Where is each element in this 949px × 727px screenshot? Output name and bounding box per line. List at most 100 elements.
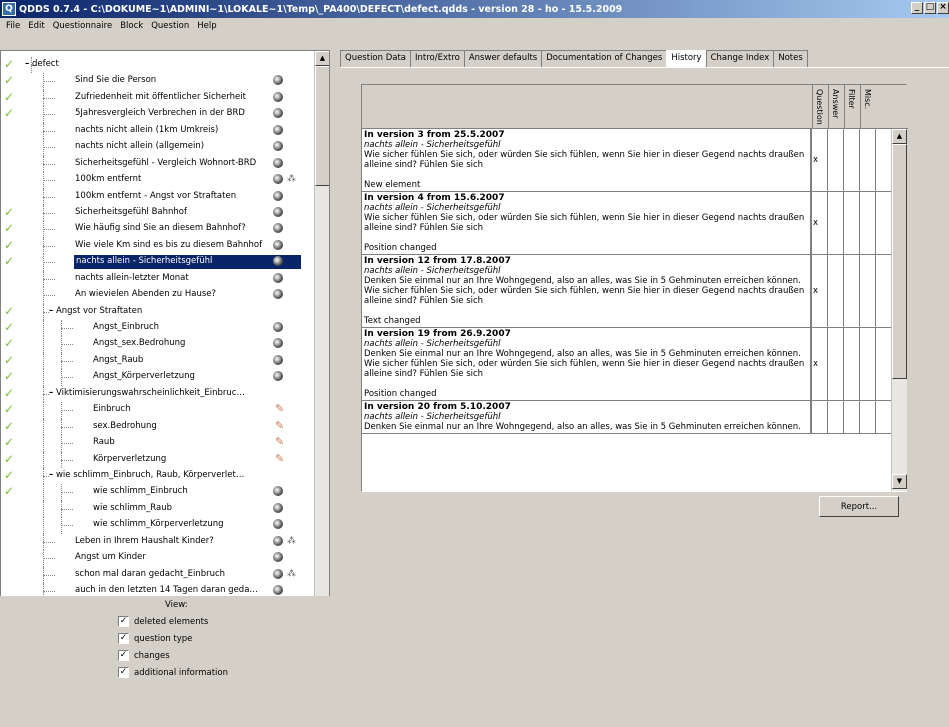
- report-button[interactable]: Report...: [819, 496, 899, 517]
- tree-item[interactable]: An wievielen Abenden zu Hause?: [1, 287, 313, 304]
- menu-help[interactable]: Help: [193, 21, 220, 31]
- view-option-additional-info[interactable]: ✓ additional information: [118, 666, 228, 679]
- tree-item[interactable]: wie schlimm_Körperverletzung: [1, 517, 313, 534]
- minimize-button[interactable]: _: [911, 2, 923, 14]
- single-choice-icon: [273, 486, 283, 497]
- menu-edit[interactable]: Edit: [24, 21, 48, 31]
- tree-item-label: Sicherheitsgefühl - Vergleich Wohnort-BR…: [75, 157, 257, 168]
- scroll-thumb[interactable]: [892, 144, 907, 379]
- column-divider: [859, 401, 860, 433]
- tree-item[interactable]: nachts allein-letzter Monat: [1, 270, 313, 288]
- checkbox-icon[interactable]: ✓: [118, 650, 129, 661]
- menu-block[interactable]: Block: [116, 21, 147, 31]
- history-entry[interactable]: In version 3 from 25.5.2007 nachts allein…: [362, 129, 891, 192]
- check-icon: ✓: [4, 89, 15, 104]
- tree-item[interactable]: ✓ 5Jahresvergleich Verbrechen in der BRD: [1, 106, 313, 123]
- tree-item[interactable]: Sicherheitsgefühl - Vergleich Wohnort-BR…: [1, 155, 313, 173]
- history-question-text: Denken Sie einmal nur an Ihre Wohngegend…: [364, 422, 801, 432]
- scroll-down-icon[interactable]: ▼: [892, 474, 907, 489]
- tree-item[interactable]: 100km entfernt ⁂: [1, 172, 313, 189]
- tab-documentation-of-changes[interactable]: Documentation of Changes: [541, 50, 668, 67]
- checkbox-icon[interactable]: ✓: [118, 616, 129, 627]
- open-question-icon: ✎: [275, 402, 285, 416]
- column-answer[interactable]: Answer: [828, 85, 844, 129]
- history-version-title: In version 20 from 5.10.2007: [364, 402, 511, 412]
- history-entry[interactable]: In version 4 from 15.6.2007 nachts allein…: [362, 192, 891, 255]
- maximize-button[interactable]: □: [924, 2, 936, 14]
- menu-question[interactable]: Question: [147, 21, 193, 31]
- tree-item[interactable]: ✓ Angst_sex.Bedrohung: [1, 336, 313, 353]
- tab-answer-defaults[interactable]: Answer defaults: [463, 50, 543, 67]
- tree-item[interactable]: schon mal daran gedacht_Einbruch ⁂: [1, 566, 313, 583]
- tree-item[interactable]: ✓ nachts allein - Sicherheitsgefühl: [1, 254, 313, 271]
- single-choice-icon: [273, 568, 283, 579]
- tab-change-index[interactable]: Change Index: [705, 50, 775, 67]
- tree-item[interactable]: ✓ Raub ✎: [1, 435, 313, 452]
- single-choice-icon: [273, 157, 283, 168]
- single-choice-icon: [273, 585, 283, 595]
- tree-label-wrap: wie schlimm_Körperverletzung: [93, 519, 224, 529]
- tree-item[interactable]: ✓ – defect: [1, 57, 313, 74]
- column-question[interactable]: Question: [812, 85, 828, 129]
- column-misc[interactable]: Misc.: [860, 85, 876, 129]
- history-entry[interactable]: In version 19 from 26.9.2007 nachts allei…: [362, 328, 891, 401]
- check-icon: ✓: [4, 73, 15, 88]
- tree-item[interactable]: ✓ – Viktimisierungswahrscheinlichkeit_Ein…: [1, 385, 313, 403]
- tree-item-label: Leben in Ihrem Haushalt Kinder?: [75, 535, 214, 546]
- tree-item[interactable]: ✓ Körperverletzung ✎: [1, 451, 313, 468]
- single-choice-icon: [273, 354, 283, 365]
- tree-item[interactable]: ✓ Wie viele Km sind es bis zu diesem Bahn…: [1, 237, 313, 255]
- history-scrollbar[interactable]: ▲ ▼: [891, 129, 907, 491]
- scroll-up-icon[interactable]: ▲: [892, 129, 907, 144]
- tree-item[interactable]: ✓ Einbruch ✎: [1, 402, 313, 419]
- tree-guide: [43, 451, 44, 468]
- tree-item-label: defect: [31, 59, 59, 69]
- tree-item[interactable]: nachts nicht allein (allgemein): [1, 139, 313, 156]
- tree-item[interactable]: ✓ Angst_Körperverletzung: [1, 369, 313, 386]
- tree-item[interactable]: Leben in Ihrem Haushalt Kinder? ⁂: [1, 533, 313, 551]
- tree-item[interactable]: ✓ – Angst vor Straftaten: [1, 303, 313, 320]
- tree-guide: [61, 508, 73, 510]
- tab-intro-extro[interactable]: Intro/Extro: [410, 50, 465, 67]
- splitter[interactable]: [332, 46, 336, 727]
- tree-item[interactable]: ✓ wie schlimm_Einbruch: [1, 484, 313, 501]
- tree-item-label: Sicherheitsgefühl Bahnhof: [75, 206, 187, 217]
- tree-item-label: 5Jahresvergleich Verbrechen in der BRD: [75, 108, 245, 119]
- tree-item[interactable]: ✓ Zufriedenheit mit öffentlicher Sicherhe…: [1, 89, 313, 107]
- scroll-thumb[interactable]: [315, 66, 329, 186]
- tree-item[interactable]: 100km entfernt - Angst vor Straftaten: [1, 188, 313, 205]
- menu-file[interactable]: File: [2, 21, 24, 31]
- tree-item[interactable]: ✓ Angst_Einbruch: [1, 320, 313, 337]
- tree-guide: [61, 377, 73, 379]
- tree-item[interactable]: Angst um Kinder: [1, 550, 313, 567]
- checkbox-icon[interactable]: ✓: [118, 633, 129, 644]
- tab-notes[interactable]: Notes: [773, 50, 808, 67]
- history-element-name: nachts allein - Sicherheitsgefühl: [364, 140, 501, 150]
- checkbox-icon[interactable]: ✓: [118, 667, 129, 678]
- tree-item[interactable]: ✓ sex.Bedrohung ✎: [1, 418, 313, 436]
- tree-label-wrap: nachts allein - Sicherheitsgefühl: [74, 256, 214, 266]
- tree-item[interactable]: ✓ Wie häufig sind Sie an diesem Bahnhof?: [1, 221, 313, 238]
- check-icon: ✓: [4, 320, 15, 334]
- tree-item[interactable]: ✓ Sind Sie die Person: [1, 73, 313, 90]
- single-choice-icon: [273, 91, 283, 102]
- menu-questionnaire[interactable]: Questionnaire: [49, 21, 117, 31]
- tab-history[interactable]: History: [666, 50, 707, 67]
- column-divider: [859, 129, 860, 191]
- tree-item[interactable]: ✓ Angst_Raub: [1, 352, 313, 370]
- tree-label-wrap: Leben in Ihrem Haushalt Kinder?: [75, 536, 214, 546]
- tab-question-data[interactable]: Question Data: [340, 50, 412, 67]
- tree-item[interactable]: nachts nicht allein (1km Umkreis): [1, 122, 313, 140]
- history-entry[interactable]: In version 20 from 5.10.2007 nachts allei…: [362, 401, 891, 434]
- view-option-changes[interactable]: ✓ changes: [118, 649, 170, 662]
- column-filter[interactable]: Filter: [844, 85, 860, 129]
- tree-scrollbar[interactable]: ▲ ▼: [314, 51, 329, 641]
- tree-item[interactable]: ✓ Sicherheitsgefühl Bahnhof: [1, 204, 313, 222]
- scroll-up-icon[interactable]: ▲: [315, 51, 329, 66]
- view-option-question-type[interactable]: ✓ question type: [118, 632, 192, 645]
- tree-item[interactable]: wie schlimm_Raub: [1, 500, 313, 518]
- close-button[interactable]: ×: [937, 2, 949, 14]
- tree-item[interactable]: ✓ – wie schlimm_Einbruch, Raub, Körperver…: [1, 467, 313, 485]
- view-option-deleted[interactable]: ✓ deleted elements: [118, 615, 208, 628]
- history-entry[interactable]: In version 12 from 17.8.2007 nachts allei…: [362, 255, 891, 328]
